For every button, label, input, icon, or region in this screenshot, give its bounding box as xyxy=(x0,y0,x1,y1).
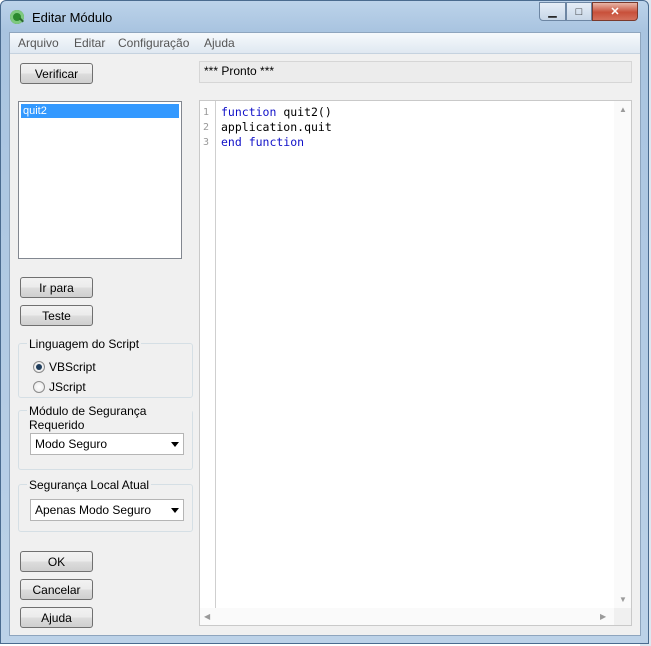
help-button[interactable]: Ajuda xyxy=(20,607,93,628)
vbscript-radio[interactable] xyxy=(33,361,45,373)
code-line[interactable]: application.quit xyxy=(221,120,332,134)
scroll-left-icon[interactable]: ◀ xyxy=(204,612,210,621)
menu-ajuda[interactable]: Ajuda xyxy=(204,36,235,50)
code-keyword: function xyxy=(221,105,277,119)
minimize-icon: ▁ xyxy=(548,6,557,18)
local-security-title: Segurança Local Atual xyxy=(27,478,152,492)
test-button[interactable]: Teste xyxy=(20,305,93,326)
menu-editar[interactable]: Editar xyxy=(74,36,105,50)
qlikview-app-icon xyxy=(10,10,24,24)
local-security-select[interactable]: Apenas Modo Seguro xyxy=(30,499,184,521)
security-module-select[interactable]: Modo Seguro xyxy=(30,433,184,455)
code-text: quit2() xyxy=(276,105,332,119)
scroll-down-icon[interactable]: ▼ xyxy=(619,595,627,604)
minimize-button[interactable]: ▁ xyxy=(539,2,566,21)
close-icon: ✕ xyxy=(610,6,620,18)
window-title: Editar Módulo xyxy=(32,10,113,25)
menu-bar: Arquivo Editar Configuração Ajuda xyxy=(10,33,640,54)
security-module-title: Módulo de Segurança Requerido xyxy=(27,404,192,432)
script-language-group: Linguagem do Script VBScript JScript xyxy=(18,337,193,398)
horizontal-scrollbar[interactable]: ◀ ▶ xyxy=(200,608,614,625)
local-security-group: Segurança Local Atual Apenas Modo Seguro xyxy=(18,478,193,532)
menu-arquivo[interactable]: Arquivo xyxy=(18,36,59,50)
code-line[interactable]: end function xyxy=(221,135,304,149)
jscript-label[interactable]: JScript xyxy=(49,380,86,394)
dropdown-arrow-icon xyxy=(171,442,179,447)
verify-button[interactable]: Verificar xyxy=(20,63,93,84)
security-module-group: Módulo de Segurança Requerido Modo Segur… xyxy=(18,404,193,470)
maximize-icon: □ xyxy=(575,5,583,18)
local-security-value: Apenas Modo Seguro xyxy=(35,503,152,517)
scroll-right-icon[interactable]: ▶ xyxy=(600,612,606,621)
close-button[interactable]: ✕ xyxy=(592,2,638,21)
vbscript-label[interactable]: VBScript xyxy=(49,360,96,374)
module-list[interactable]: quit2 xyxy=(18,101,182,259)
line-number: 2 xyxy=(203,122,210,133)
line-number: 3 xyxy=(203,137,210,148)
editar-modulo-window: Editar Módulo ▁ □ ✕ Arquivo Editar Confi… xyxy=(0,0,649,644)
menu-configuracao[interactable]: Configuração xyxy=(118,36,189,50)
scrollbar-corner xyxy=(614,608,631,625)
script-editor[interactable]: 1 2 3 function quit2() application.quit … xyxy=(199,100,632,626)
cancel-button[interactable]: Cancelar xyxy=(20,579,93,600)
code-line[interactable]: function quit2() xyxy=(221,105,332,119)
vertical-scrollbar[interactable]: ▲ ▼ xyxy=(614,101,631,608)
line-number-gutter: 1 2 3 xyxy=(200,101,216,608)
code-text: application.quit xyxy=(221,120,332,134)
maximize-button[interactable]: □ xyxy=(566,2,592,21)
security-module-value: Modo Seguro xyxy=(35,437,108,451)
list-item[interactable]: quit2 xyxy=(21,104,179,118)
script-language-title: Linguagem do Script xyxy=(27,337,142,351)
line-number: 1 xyxy=(203,107,210,118)
ok-button[interactable]: OK xyxy=(20,551,93,572)
title-bar[interactable]: Editar Módulo ▁ □ ✕ xyxy=(1,1,650,32)
jscript-radio[interactable] xyxy=(33,381,45,393)
scroll-up-icon[interactable]: ▲ xyxy=(619,105,627,114)
dialog-client-area: Arquivo Editar Configuração Ajuda Verifi… xyxy=(9,32,641,636)
goto-button[interactable]: Ir para xyxy=(20,277,93,298)
dropdown-arrow-icon xyxy=(171,508,179,513)
code-keyword: end function xyxy=(221,135,305,149)
status-bar: *** Pronto *** xyxy=(199,61,632,83)
